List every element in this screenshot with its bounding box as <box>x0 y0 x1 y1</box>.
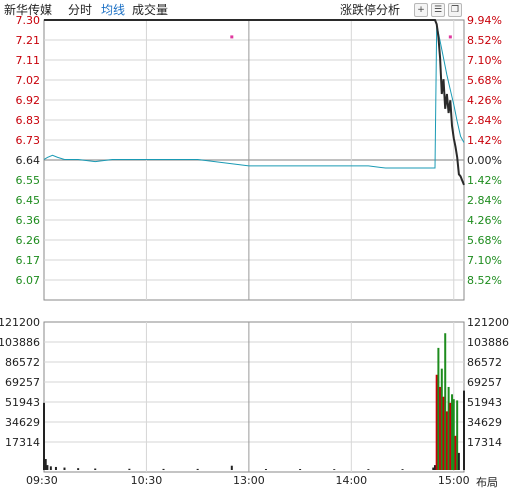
add-icon[interactable]: + <box>414 3 428 17</box>
price-tick-label: 6.55 <box>16 174 41 187</box>
percent-tick-label: 2.84% <box>467 194 502 207</box>
price-tick-label: 6.45 <box>16 194 41 207</box>
price-tick-label: 7.21 <box>16 34 41 47</box>
volume-bar <box>230 465 233 470</box>
time-tick-label: 14:00 <box>335 474 367 487</box>
percent-tick-label: 2.84% <box>467 114 502 127</box>
volume-bar <box>454 435 457 470</box>
volume-bar <box>367 469 370 470</box>
menu-icon[interactable]: ☰ <box>431 3 445 17</box>
percent-tick-label: 5.68% <box>467 234 502 247</box>
volume-panel-frame <box>43 321 465 473</box>
volume-bar <box>433 465 436 470</box>
time-tick-label: 15:00 <box>438 474 470 487</box>
price-tick-label: 6.36 <box>16 214 41 227</box>
volume-bar <box>444 333 447 470</box>
percent-tick-label: 8.52% <box>467 274 502 287</box>
price-tick-label: 6.73 <box>16 134 41 147</box>
volume-bar <box>63 467 66 470</box>
percent-tick-label: 8.52% <box>467 34 502 47</box>
limit-analysis-button[interactable]: 涨跌停分析 <box>340 2 400 18</box>
volume-bar <box>401 469 404 470</box>
volume-bar <box>447 386 450 470</box>
volume-bar <box>452 399 455 470</box>
volume-tick-label: 51943 <box>5 396 40 409</box>
chart-toolbar: 新华传媒 分时 均线 成交量 涨跌停分析 + ☰ ❐ <box>0 0 517 20</box>
percent-tick-label: 1.42% <box>467 174 502 187</box>
percent-tick-label: 1.42% <box>467 134 502 147</box>
volume-tick-label-right: 34629 <box>467 416 502 429</box>
volume-bar <box>456 400 459 470</box>
volume-tick-label-right: 69257 <box>467 376 502 389</box>
volume-bar <box>437 347 440 470</box>
percent-tick-label: 5.68% <box>467 74 502 87</box>
price-tick-label: 6.92 <box>16 94 41 107</box>
volume-bar <box>43 402 45 470</box>
price-tick-label: 6.64 <box>16 154 41 167</box>
tab-average-line[interactable]: 均线 <box>101 2 125 18</box>
volume-bar <box>264 469 267 470</box>
volume-tick-label-right: 103886 <box>467 336 509 349</box>
layout-button[interactable]: 布局 <box>476 474 498 490</box>
tab-fenshi[interactable]: 分时 <box>68 2 92 18</box>
price-tick-label: 7.02 <box>16 74 41 87</box>
volume-bar <box>46 465 49 470</box>
restore-icon[interactable]: ❐ <box>448 3 462 17</box>
volume-tick-label: 86572 <box>5 356 40 369</box>
event-marker <box>230 35 234 39</box>
volume-bar <box>449 402 452 470</box>
volume-tick-label-right: 86572 <box>467 356 502 369</box>
volume-tick-label: 69257 <box>5 376 40 389</box>
price-tick-label: 6.07 <box>16 274 41 287</box>
volume-bar <box>162 468 165 470</box>
volume-tick-label: 17314 <box>5 436 40 449</box>
volume-bar <box>333 469 336 470</box>
percent-tick-label: 4.26% <box>467 94 502 107</box>
volume-bar <box>435 374 438 470</box>
average-price-line <box>43 24 465 169</box>
price-tick-label: 6.26 <box>16 234 41 247</box>
volume-tick-label-right: 17314 <box>467 436 502 449</box>
volume-tick-label-right: 121200 <box>467 316 509 329</box>
percent-tick-label: 7.10% <box>467 54 502 67</box>
stock-name: 新华传媒 <box>4 3 53 17</box>
volume-bar <box>128 468 131 470</box>
volume-bar <box>463 390 465 470</box>
volume-bar <box>94 468 97 470</box>
volume-tick-label: 121200 <box>0 316 40 329</box>
volume-bar <box>432 467 435 470</box>
volume-bar <box>54 466 57 470</box>
volume-bar <box>49 466 52 470</box>
volume-bar <box>442 396 445 470</box>
volume-bar <box>440 368 443 470</box>
time-tick-label: 09:30 <box>26 474 58 487</box>
volume-bar <box>451 394 454 470</box>
price-tick-label: 6.83 <box>16 114 41 127</box>
volume-bar <box>196 468 199 470</box>
volume-tick-label: 34629 <box>5 416 40 429</box>
percent-tick-label: 0.00% <box>467 154 502 167</box>
event-marker <box>448 35 452 39</box>
volume-bar <box>439 386 442 470</box>
tab-volume[interactable]: 成交量 <box>132 2 168 18</box>
volume-bar <box>445 411 448 470</box>
volume-tick-label-right: 51943 <box>467 396 502 409</box>
volume-bar <box>457 452 460 470</box>
time-tick-label: 13:00 <box>233 474 265 487</box>
time-tick-label: 10:30 <box>131 474 163 487</box>
price-tick-label: 6.17 <box>16 254 41 267</box>
volume-bar <box>77 468 80 470</box>
volume-bar <box>299 469 302 470</box>
percent-tick-label: 7.10% <box>467 254 502 267</box>
percent-tick-label: 4.26% <box>467 214 502 227</box>
volume-bar <box>44 459 47 470</box>
volume-tick-label: 103886 <box>0 336 40 349</box>
intraday-chart-window: 7.30 7.21 7.11 7.02 6.92 6.83 6.73 6.64 6.55 6.45… <box>0 0 517 492</box>
chart-canvas: 7.307.217.117.026.926.836.736.646.556.45… <box>0 14 509 487</box>
price-tick-label: 7.11 <box>16 54 41 67</box>
